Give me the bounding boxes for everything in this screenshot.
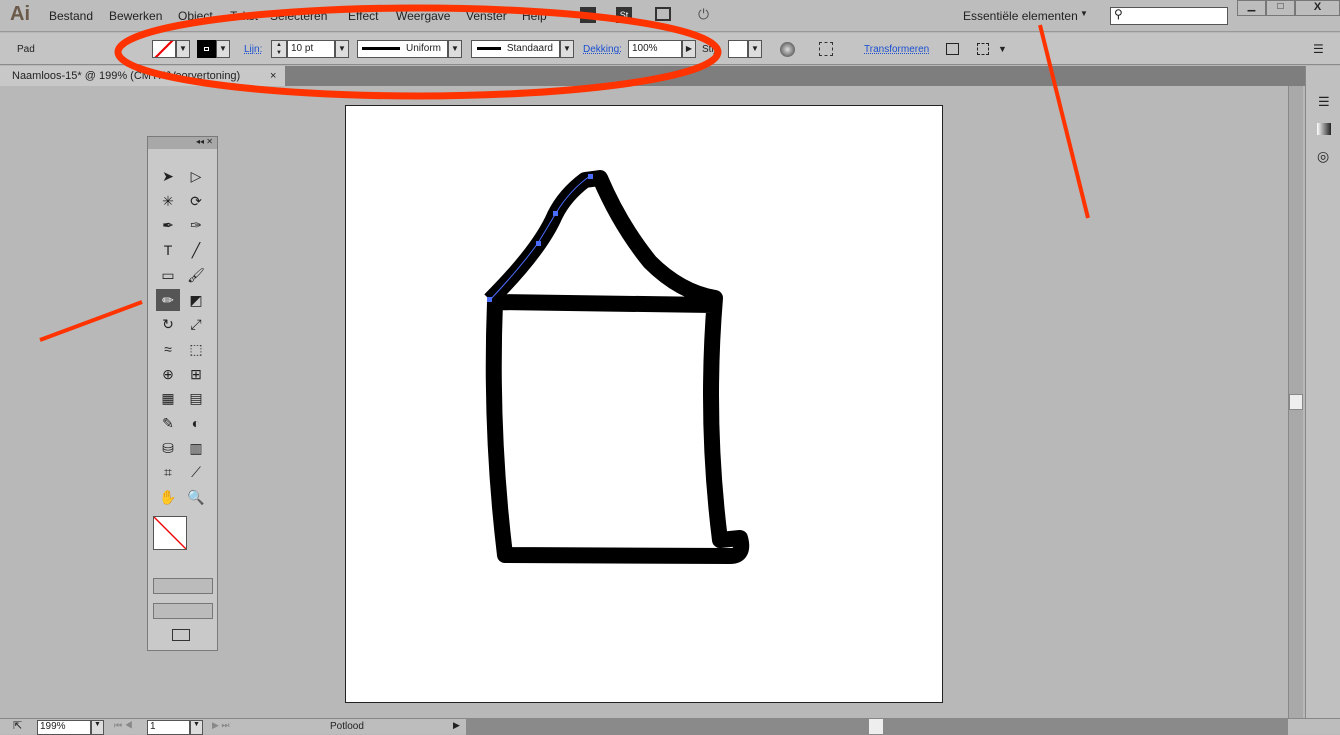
screen-mode-button[interactable] — [172, 629, 190, 641]
blend-tool-icon[interactable]: ◐ — [184, 412, 208, 434]
stroke-panel-icon[interactable]: ☰ — [1318, 94, 1330, 110]
curvature-tool-icon[interactable]: ✑ — [184, 214, 208, 236]
graph-tool-icon[interactable]: ▥ — [184, 437, 208, 459]
pen-tool-icon[interactable]: ✒ — [156, 214, 180, 236]
artboard-tool-icon[interactable]: ⌗ — [156, 461, 180, 483]
right-panel-dock: ☰ ◎ — [1305, 66, 1340, 718]
status-menu-arrow[interactable]: ▶ — [453, 720, 460, 731]
selection-tool-icon[interactable]: ➤ — [156, 165, 180, 187]
zoom-dropdown[interactable]: ▼ — [91, 720, 104, 735]
perspective-tool-icon[interactable]: ⊞ — [184, 363, 208, 385]
scale-tool-icon[interactable]: ⤢ — [184, 313, 208, 335]
drawing-mode-buttons[interactable] — [153, 603, 213, 619]
line-tool-icon[interactable]: ╱ — [184, 239, 208, 261]
vertical-scrollbar[interactable] — [1288, 86, 1303, 718]
next-page-button[interactable]: ▶ ⏭ — [212, 720, 230, 731]
hand-tool-icon[interactable]: ✋ — [156, 486, 180, 508]
gradient-tool-icon[interactable]: ▤ — [184, 387, 208, 409]
type-tool-icon[interactable]: T — [156, 239, 180, 261]
mesh-tool-icon[interactable]: ▦ — [156, 387, 180, 409]
magic-wand-tool-icon[interactable]: ✳ — [156, 190, 180, 212]
tools-panel-header[interactable]: ◂◂ ✕ — [148, 137, 217, 149]
pencil-tool-icon[interactable]: ✏ — [156, 288, 180, 311]
eraser-tool-icon[interactable]: ◩ — [184, 289, 208, 311]
shape-builder-tool-icon[interactable]: ⊕ — [156, 363, 180, 385]
transparency-panel-icon[interactable]: ◎ — [1317, 148, 1329, 165]
fill-color-box[interactable] — [153, 516, 187, 550]
slice-tool-icon[interactable]: ⟋ — [184, 461, 208, 483]
paintbrush-tool-icon[interactable]: 🖌 — [184, 264, 208, 286]
status-bar: ⇱ 199% ▼ ⏮ ◀ 1 ▼ ▶ ⏭ Potlood ▶ — [0, 718, 1340, 735]
horizontal-scrollbar[interactable] — [466, 719, 1288, 735]
horizontal-scroll-thumb[interactable] — [869, 719, 883, 734]
house-path — [484, 170, 750, 564]
symbol-sprayer-tool-icon[interactable]: ⛁ — [156, 437, 180, 459]
rectangle-tool-icon[interactable]: ▭ — [156, 264, 180, 286]
eyedropper-tool-icon[interactable]: ✎ — [156, 412, 180, 434]
gradient-panel-icon[interactable] — [1317, 123, 1331, 135]
page-dropdown[interactable]: ▼ — [190, 720, 203, 735]
warp-tool-icon[interactable]: ≈ — [156, 338, 180, 360]
zoom-input[interactable]: 199% — [37, 720, 91, 735]
lasso-tool-icon[interactable]: ⟳ — [184, 190, 208, 212]
tools-panel: ◂◂ ✕ ➤ ▷ ✳ ⟳ ✒ ✑ T ╱ ▭ 🖌 ✏ ◩ ↻ ⤢ ≈ ⬚ ⊕ ⊞ ▦ ▤ ✎ ◐ ⛁ ▥ ⌗ ⟋ ✋ 🔍 — [147, 136, 218, 651]
vertical-scroll-thumb[interactable] — [1289, 394, 1303, 410]
first-page-button[interactable]: ⏮ ◀ — [114, 720, 133, 731]
current-tool-status[interactable]: Potlood — [330, 721, 364, 732]
rotate-tool-icon[interactable]: ↻ — [156, 313, 180, 335]
direct-selection-tool-icon[interactable]: ▷ — [184, 165, 208, 187]
share-icon[interactable]: ⇱ — [13, 719, 22, 732]
zoom-tool-icon[interactable]: 🔍 — [184, 486, 208, 508]
color-mode-buttons[interactable] — [153, 578, 213, 594]
page-input[interactable]: 1 — [147, 720, 190, 735]
free-transform-tool-icon[interactable]: ⬚ — [184, 338, 208, 360]
